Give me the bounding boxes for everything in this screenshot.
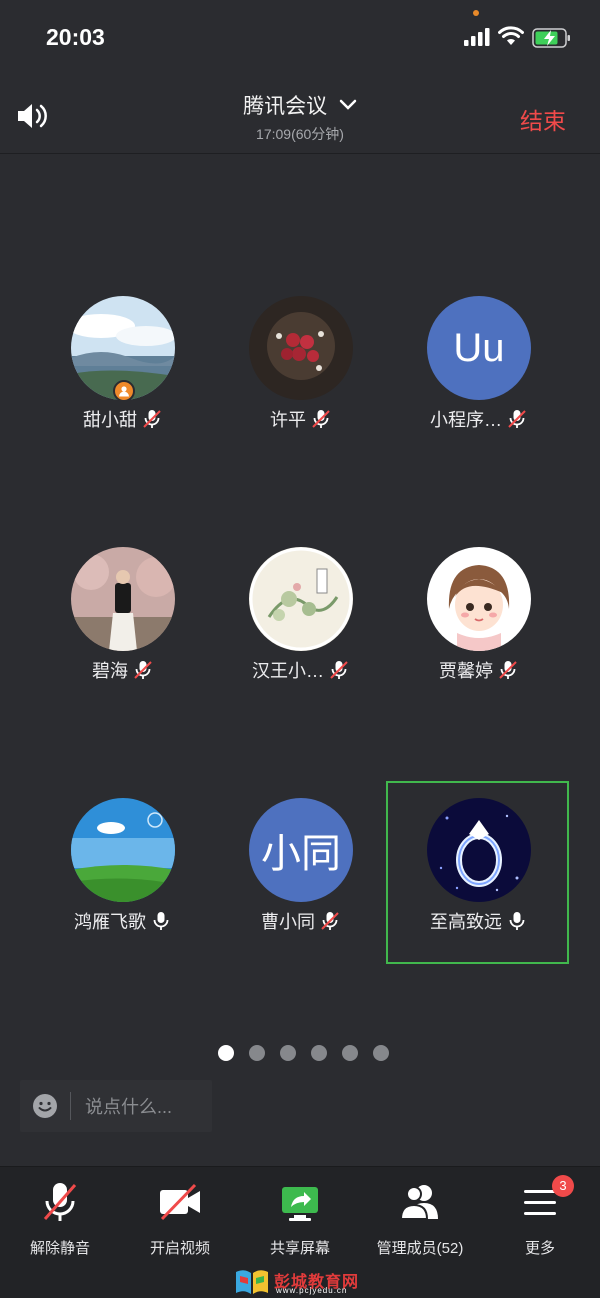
participant-tile[interactable]: Uu 小程序… (389, 296, 569, 476)
mic-muted-icon (330, 661, 348, 679)
host-badge-icon (113, 380, 135, 402)
participant-name: 曹小同 (261, 912, 315, 932)
participant-name: 贾馨婷 (439, 661, 493, 681)
more-button[interactable]: 3 更多 (480, 1175, 600, 1261)
share-screen-label: 共享屏幕 (269, 1240, 330, 1257)
page-dot[interactable] (341, 1045, 358, 1061)
participant-tile[interactable]: 碧海 (33, 547, 213, 727)
more-label: 更多 (524, 1240, 555, 1257)
participant-name: 许平 (270, 410, 306, 430)
avatar (71, 798, 175, 902)
avatar (249, 296, 353, 400)
meeting-title: 腾讯会议 (243, 95, 328, 118)
avatar: Uu (427, 296, 531, 400)
page-dot[interactable] (279, 1045, 296, 1061)
participant-name: 鸿雁飞歌 (74, 912, 146, 932)
share-screen-button[interactable]: 共享屏幕 (240, 1181, 360, 1261)
participant-tile[interactable]: 小同 曹小同 (211, 798, 391, 978)
chat-placeholder: 说点什么... (85, 1097, 173, 1117)
avatar (249, 547, 353, 651)
page-dot[interactable] (217, 1045, 234, 1061)
start-video-label: 开启视频 (149, 1240, 210, 1257)
video-off-icon (160, 1183, 200, 1221)
mic-muted-icon (312, 410, 330, 428)
share-screen-icon (282, 1187, 318, 1221)
mic-muted-icon (499, 661, 517, 679)
meeting-header: 腾讯会议 17:09(60分钟) 结束 (0, 78, 600, 154)
avatar (71, 547, 175, 651)
participant-name: 汉王小… (252, 661, 324, 681)
status-time: 20:03 (46, 24, 105, 50)
battery-charging-icon (532, 28, 570, 48)
page-indicator[interactable] (0, 1045, 600, 1061)
start-video-button[interactable]: 开启视频 (120, 1181, 240, 1261)
mic-muted-icon (508, 410, 526, 428)
participant-tile[interactable]: 贾馨婷 (389, 547, 569, 727)
manage-members-button[interactable]: 管理成员(52) (360, 1181, 480, 1261)
book-logo-icon (236, 1270, 268, 1294)
avatar (427, 547, 531, 651)
participant-tile[interactable]: 汉王小… (211, 547, 391, 727)
meeting-duration: 17:09(60分钟) (256, 126, 344, 142)
participant-name: 小程序… (430, 410, 502, 430)
privacy-indicator-dot (473, 10, 479, 16)
participant-name: 甜小甜 (83, 410, 137, 430)
mic-muted-icon (134, 661, 152, 679)
meeting-title-area[interactable]: 腾讯会议 17:09(60分钟) (0, 90, 600, 144)
status-bar: 20:03 (0, 0, 600, 78)
unmute-button[interactable]: 解除静音 (0, 1181, 120, 1261)
end-meeting-button[interactable]: 结束 (520, 102, 566, 136)
mic-muted-icon (43, 1183, 77, 1221)
members-icon (399, 1185, 438, 1220)
mic-on-icon (153, 912, 169, 930)
chat-input[interactable]: 说点什么... (20, 1080, 212, 1132)
emoji-icon[interactable] (32, 1093, 58, 1119)
avatar: 小同 (249, 798, 353, 902)
cellular-signal-icon (464, 28, 490, 46)
mic-muted-icon (143, 410, 161, 428)
chat-divider (70, 1092, 71, 1120)
participant-tile[interactable]: 许平 (211, 296, 391, 476)
unmute-label: 解除静音 (29, 1240, 90, 1257)
page-dot[interactable] (310, 1045, 327, 1061)
watermark-url: www.pcjyedu.cn (276, 1286, 348, 1295)
participant-name: 碧海 (92, 661, 128, 681)
watermark: 彭城教育网 www.pcjyedu.cn (234, 1266, 384, 1296)
manage-members-label: 管理成员(52) (376, 1240, 464, 1257)
notification-badge: 3 (552, 1175, 574, 1197)
wifi-icon (498, 26, 524, 45)
participant-tile[interactable]: 鸿雁飞歌 (33, 798, 213, 978)
chevron-down-icon (339, 100, 357, 111)
active-speaker-frame (386, 781, 569, 964)
participant-tile[interactable]: 甜小甜 (33, 296, 213, 476)
page-dot[interactable] (372, 1045, 389, 1061)
mic-muted-icon (321, 912, 339, 930)
page-dot[interactable] (248, 1045, 265, 1061)
